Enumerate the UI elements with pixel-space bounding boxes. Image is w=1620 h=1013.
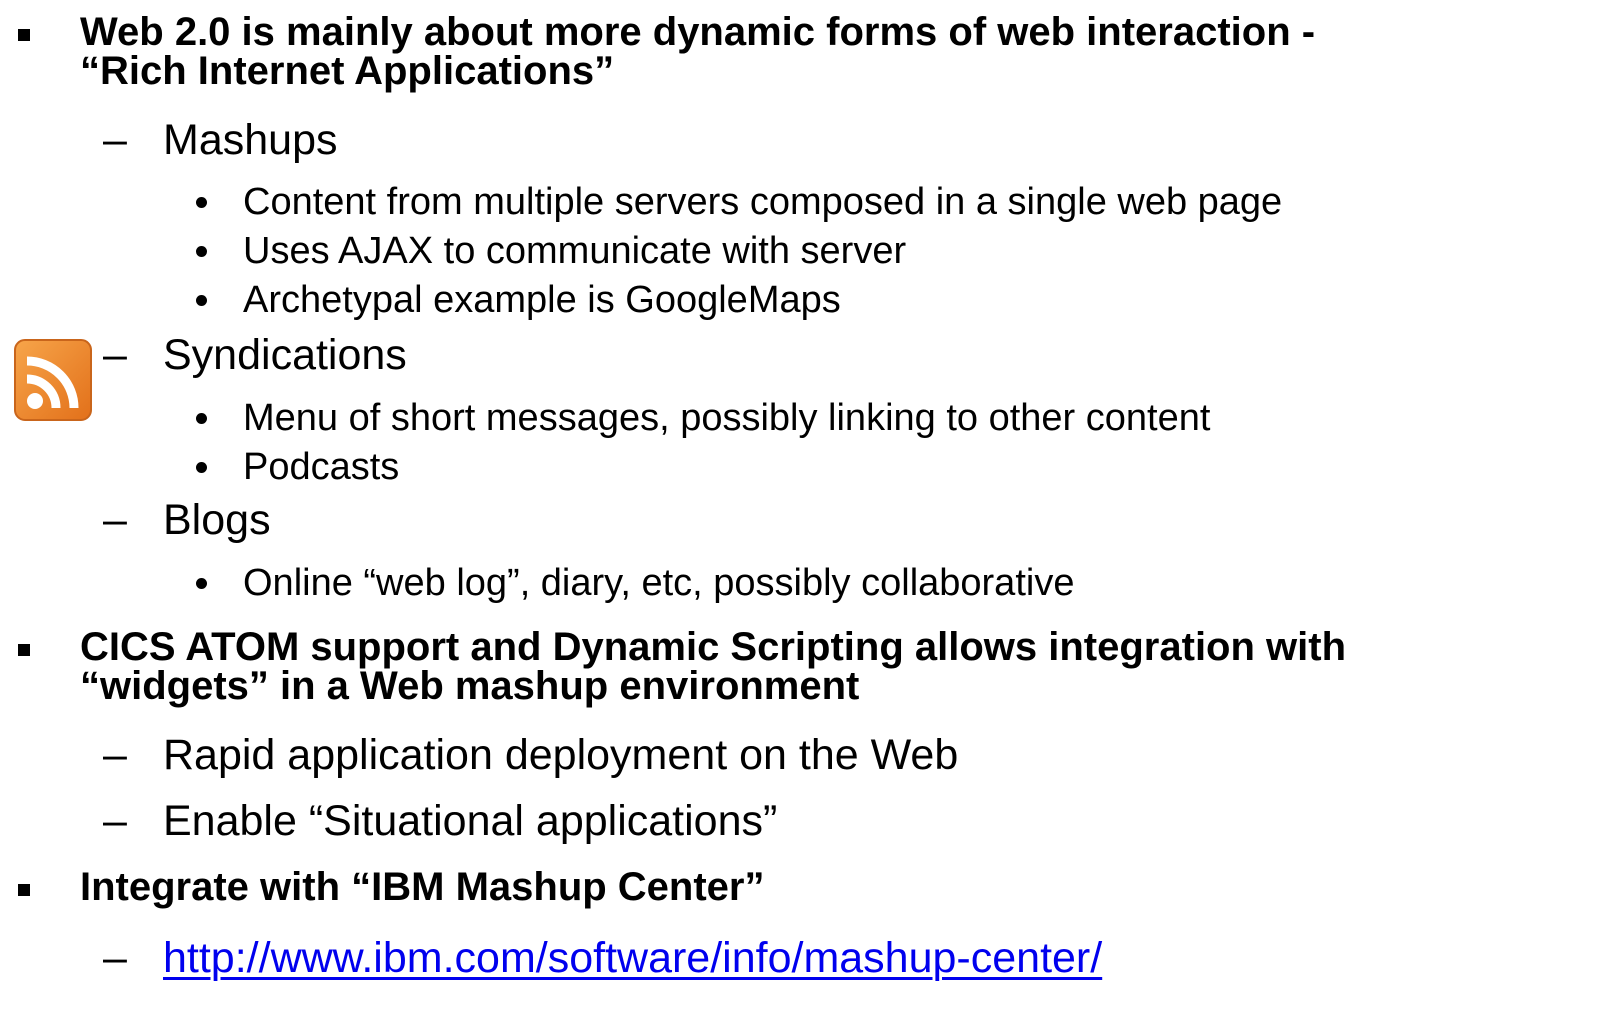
mashup-center-link[interactable]: http://www.ibm.com/software/info/mashup-… <box>163 934 1102 982</box>
sub-sub-bullet: Menu of short messages, possibly linking… <box>243 397 1211 439</box>
sub-sub-bullet: Content from multiple servers composed i… <box>243 181 1283 223</box>
dash-bullet-icon: – <box>103 116 127 164</box>
bullet-heading-line: “Rich Internet Applications” <box>80 49 615 93</box>
dot-bullet-icon <box>196 413 207 424</box>
square-bullet-icon <box>18 644 30 656</box>
rss-feed-icon <box>14 339 92 421</box>
dot-bullet-icon <box>196 462 207 473</box>
dash-bullet-icon: – <box>103 731 127 779</box>
sub-bullet: Syndications <box>163 331 407 379</box>
bullet-heading-line: CICS ATOM support and Dynamic Scripting … <box>80 625 1347 669</box>
dot-bullet-icon <box>196 578 207 589</box>
sub-sub-bullet: Uses AJAX to communicate with server <box>243 230 907 272</box>
sub-bullet: Mashups <box>163 116 338 164</box>
sub-bullet: Enable “Situational applications” <box>163 797 778 845</box>
square-bullet-icon <box>18 884 30 896</box>
sub-sub-bullet: Podcasts <box>243 446 400 488</box>
bullet-heading-line: Web 2.0 is mainly about more dynamic for… <box>80 10 1316 54</box>
dot-bullet-icon <box>196 295 207 306</box>
bullet-heading-line: “widgets” in a Web mashup environment <box>80 664 860 708</box>
dot-bullet-icon <box>196 197 207 208</box>
sub-bullet: Blogs <box>163 496 271 544</box>
link-bullet: http://www.ibm.com/software/info/mashup-… <box>163 936 1102 980</box>
dash-bullet-icon: – <box>103 496 127 544</box>
dash-bullet-icon: – <box>103 331 127 379</box>
sub-sub-bullet: Online “web log”, diary, etc, possibly c… <box>243 562 1075 604</box>
bullet-heading-line: Integrate with “IBM Mashup Center” <box>80 865 765 909</box>
dash-bullet-icon: – <box>103 797 127 845</box>
square-bullet-icon <box>18 29 30 41</box>
sub-bullet: Rapid application deployment on the Web <box>163 731 959 779</box>
dash-bullet-icon: – <box>103 934 127 982</box>
dot-bullet-icon <box>196 246 207 257</box>
sub-sub-bullet: Archetypal example is GoogleMaps <box>243 279 841 321</box>
